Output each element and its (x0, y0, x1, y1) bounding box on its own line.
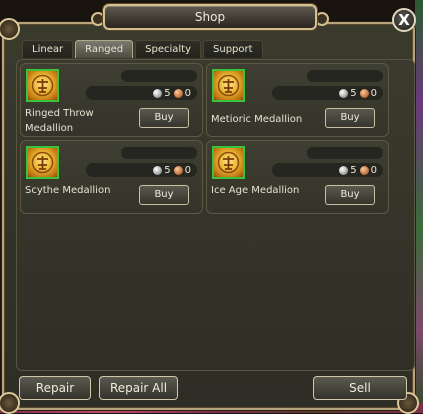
name-bar (121, 147, 197, 159)
silver-coin-icon (339, 165, 349, 175)
item-name: Metioric Medallion (211, 114, 303, 125)
item-price: 5 0 (153, 163, 191, 177)
item-price: 5 0 (339, 86, 377, 100)
item-name: Scythe Medallion (25, 185, 111, 196)
buy-button[interactable]: Buy (139, 185, 189, 205)
price-silver: 5 (164, 87, 171, 99)
silver-coin-icon (153, 88, 163, 98)
repair-button[interactable]: Repair (19, 376, 91, 400)
frame-ornament (0, 18, 20, 40)
repair-all-button[interactable]: Repair All (99, 376, 178, 400)
item-name: Ice Age Medallion (211, 185, 300, 196)
name-bar (307, 70, 383, 82)
window-title: Shop (103, 4, 317, 30)
tab-linear[interactable]: Linear (22, 40, 74, 58)
close-button[interactable]: X (392, 8, 416, 32)
copper-coin-icon (359, 165, 369, 175)
medallion-icon[interactable] (26, 69, 59, 102)
copper-coin-icon (173, 165, 183, 175)
buy-button[interactable]: Buy (325, 108, 375, 128)
sell-button[interactable]: Sell (313, 376, 407, 400)
price-copper: 0 (370, 164, 377, 176)
tab-specialty[interactable]: Specialty (135, 40, 202, 58)
shop-item-metioric-medallion: 5 0 Metioric Medallion Buy (206, 63, 389, 137)
price-bar: 5 0 (86, 86, 197, 100)
category-tabs: Linear Ranged Specialty Support (22, 40, 263, 58)
name-bar (307, 147, 383, 159)
price-silver: 5 (350, 87, 357, 99)
price-bar: 5 0 (272, 86, 383, 100)
medallion-icon[interactable] (212, 69, 245, 102)
tab-ranged[interactable]: Ranged (75, 40, 134, 58)
medallion-icon[interactable] (212, 146, 245, 179)
shop-item-list: 5 0 Ringed Throw Medallion Buy 5 0 Metio… (16, 59, 415, 371)
shop-item-ringed-throw-medallion: 5 0 Ringed Throw Medallion Buy (20, 63, 203, 137)
buy-button[interactable]: Buy (139, 108, 189, 128)
silver-coin-icon (339, 88, 349, 98)
price-bar: 5 0 (86, 163, 197, 177)
price-copper: 0 (370, 87, 377, 99)
item-price: 5 0 (153, 86, 191, 100)
medallion-icon[interactable] (26, 146, 59, 179)
silver-coin-icon (153, 165, 163, 175)
item-price: 5 0 (339, 163, 377, 177)
title-ornament (315, 12, 329, 26)
price-silver: 5 (350, 164, 357, 176)
buy-button[interactable]: Buy (325, 185, 375, 205)
name-bar (121, 70, 197, 82)
tab-support[interactable]: Support (203, 40, 263, 58)
item-name: Ringed Throw Medallion (25, 108, 94, 134)
copper-coin-icon (359, 88, 369, 98)
price-copper: 0 (184, 87, 191, 99)
price-silver: 5 (164, 164, 171, 176)
shop-item-ice-age-medallion: 5 0 Ice Age Medallion Buy (206, 140, 389, 214)
shop-item-scythe-medallion: 5 0 Scythe Medallion Buy (20, 140, 203, 214)
game-world-background (415, 0, 423, 413)
price-bar: 5 0 (272, 163, 383, 177)
price-copper: 0 (184, 164, 191, 176)
copper-coin-icon (173, 88, 183, 98)
